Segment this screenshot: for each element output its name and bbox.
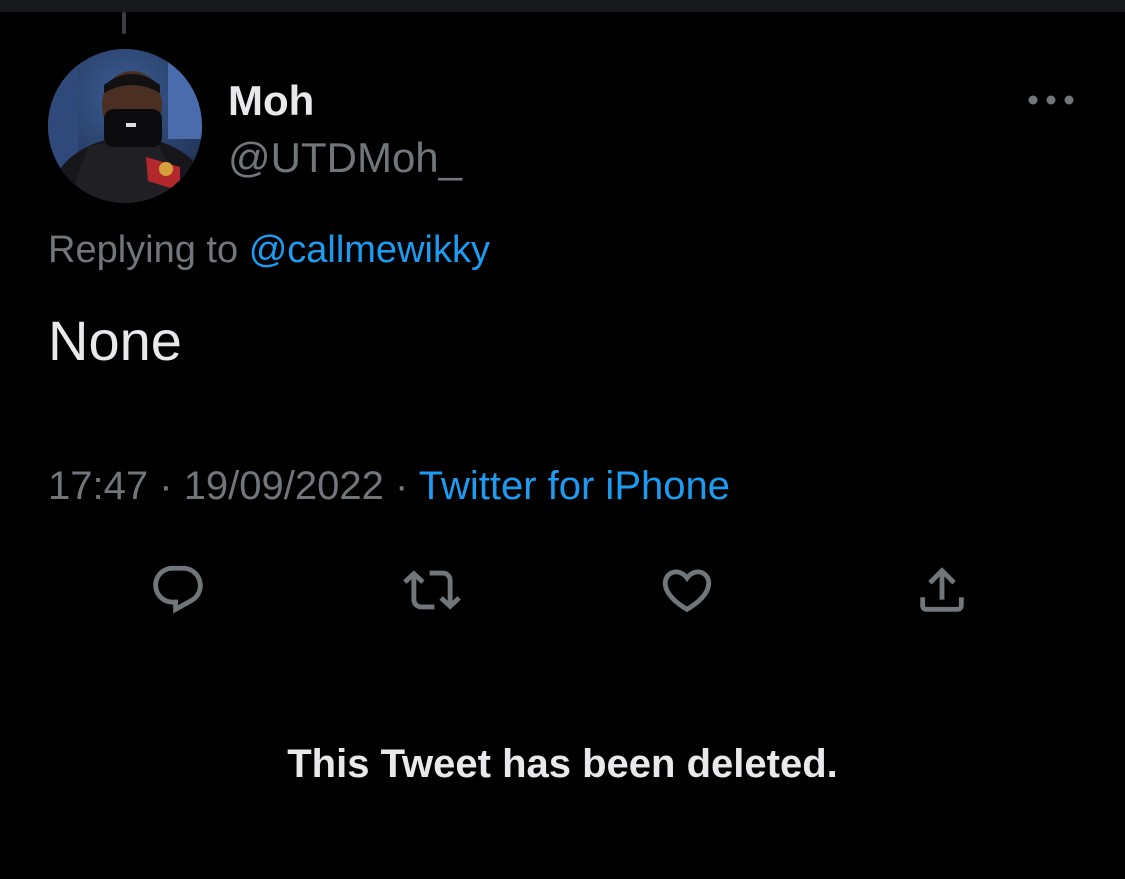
tweet-time[interactable]: 17:47 bbox=[48, 464, 148, 508]
meta-separator: · bbox=[395, 464, 409, 508]
share-icon bbox=[920, 567, 964, 612]
retweet-icon bbox=[403, 570, 461, 610]
reply-context-prefix: Replying to bbox=[48, 229, 239, 271]
share-button[interactable] bbox=[912, 560, 972, 620]
reply-icon bbox=[153, 565, 203, 614]
author-display-name[interactable]: Moh bbox=[228, 76, 314, 126]
thread-connector-line bbox=[122, 12, 126, 34]
avatar-photo-icon bbox=[48, 49, 202, 203]
more-options-icon bbox=[1028, 95, 1074, 105]
avatar[interactable] bbox=[48, 49, 202, 203]
tweet-date[interactable]: 19/09/2022 bbox=[184, 464, 384, 508]
tweet-source-link[interactable]: Twitter for iPhone bbox=[419, 464, 730, 508]
deleted-tweet-notice: This Tweet has been deleted. bbox=[287, 742, 838, 786]
meta-separator: · bbox=[159, 464, 173, 508]
previous-tweet-strip bbox=[0, 0, 1125, 12]
like-button[interactable] bbox=[657, 560, 717, 620]
tweet-text: None bbox=[48, 309, 182, 372]
heart-icon bbox=[662, 569, 712, 613]
tweet-meta: 17:47 · 19/09/2022 · Twitter for iPhone bbox=[48, 461, 730, 511]
reply-mention-link[interactable]: @callmewikky bbox=[249, 229, 490, 271]
retweet-button[interactable] bbox=[402, 560, 462, 620]
more-options-button[interactable] bbox=[1024, 82, 1078, 118]
reply-context: Replying to @callmewikky bbox=[48, 225, 490, 275]
author-handle[interactable]: @UTDMoh_ bbox=[228, 133, 462, 183]
reply-button[interactable] bbox=[148, 560, 208, 620]
